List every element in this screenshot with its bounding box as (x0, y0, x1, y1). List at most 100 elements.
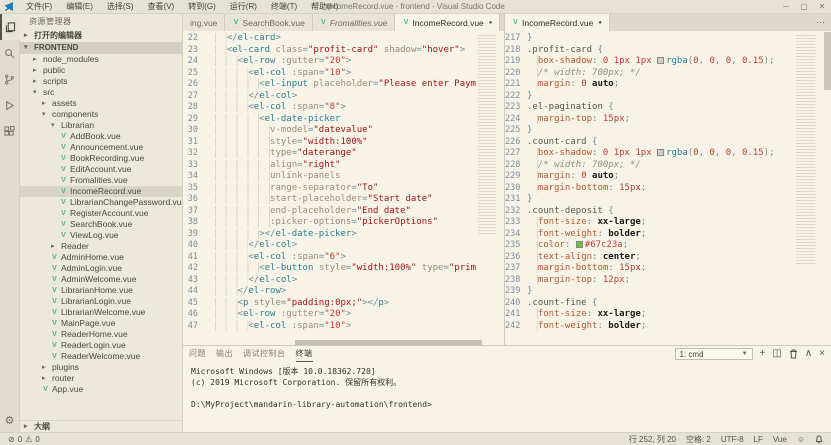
cursor-position[interactable]: 行 252, 列 20 (629, 434, 676, 445)
tab-IncomeRecord.vue[interactable]: VIncomeRecord.vue● (505, 14, 610, 31)
scrollbar-thumb[interactable] (295, 340, 481, 345)
code-line-223[interactable]: 223.el-pagination { (505, 102, 794, 114)
code-line-217[interactable]: 217} (505, 33, 794, 45)
menu-item-5[interactable]: 运行(R) (223, 0, 264, 14)
tree-file-MainPage.vue[interactable]: VMainPage.vue (20, 318, 182, 329)
code-line-242[interactable]: 242 font-weight: bolder; (505, 321, 794, 333)
code-line-30[interactable]: 30 v-model="datevalue" (183, 125, 476, 137)
tree-file-AdminHome.vue[interactable]: VAdminHome.vue (20, 252, 182, 263)
open-editors-section[interactable]: ▸ 打开的编辑器 (20, 30, 182, 42)
tree-folder-components[interactable]: ▾components (20, 109, 182, 120)
panel-tab-终端[interactable]: 终端 (296, 346, 313, 362)
terminal-shell-select[interactable]: 1: cmd ▼ (675, 348, 753, 360)
minimap-right[interactable] (796, 35, 822, 265)
gear-icon[interactable]: ⚙ (5, 410, 15, 432)
language-mode[interactable]: Vue (773, 435, 787, 444)
code-line-228[interactable]: 228 /* width: 700px; */ (505, 160, 794, 172)
code-line-224[interactable]: 224 margin-top: 15px; (505, 114, 794, 126)
code-line-32[interactable]: 32 type="daterange" (183, 148, 476, 160)
code-line-225[interactable]: 225} (505, 125, 794, 137)
code-line-240[interactable]: 240.count-fine { (505, 298, 794, 310)
code-line-28[interactable]: 28 <el-col :span="8"> (183, 102, 476, 114)
tree-file-LibrarianLogin.vue[interactable]: VLibrarianLogin.vue (20, 296, 182, 307)
maximize-icon[interactable]: ▢ (795, 0, 813, 14)
code-line-23[interactable]: 23 <el-card class="profit-card" shadow="… (183, 45, 476, 57)
notifications-bell-icon[interactable] (815, 435, 823, 444)
code-line-234[interactable]: 234 font-weight: bolder; (505, 229, 794, 241)
split-terminal-icon[interactable]: ◫ (772, 347, 781, 361)
tab-ing.vue[interactable]: ing.vue (183, 14, 225, 31)
minimize-icon[interactable]: ─ (777, 0, 795, 14)
code-line-44[interactable]: 44 </el-row> (183, 286, 476, 298)
code-line-227[interactable]: 227 box-shadow: 0 1px 1px rgba(0, 0, 0, … (505, 148, 794, 160)
code-line-241[interactable]: 241 font-size: xx-large; (505, 309, 794, 321)
tree-file-ReaderWelcome.vue[interactable]: VReaderWelcome.vue (20, 351, 182, 362)
minimap-left[interactable] (478, 35, 502, 235)
code-line-42[interactable]: 42 <el-button style="width:100%" type="p… (183, 263, 476, 275)
code-line-34[interactable]: 34 unlink-panels (183, 171, 476, 183)
panel-tab-问题[interactable]: 问题 (189, 346, 206, 362)
editor-right[interactable]: 217}218.profit-card {219 box-shadow: 0 1… (505, 31, 831, 345)
code-line-219[interactable]: 219 box-shadow: 0 1px 1px rgba(0, 0, 0, … (505, 56, 794, 68)
encoding[interactable]: UTF-8 (721, 435, 744, 444)
kill-terminal-icon[interactable] (789, 349, 798, 359)
tree-file-App.vue[interactable]: VApp.vue (20, 384, 182, 395)
menu-item-4[interactable]: 转到(G) (181, 0, 223, 14)
tree-file-AdminLogin.vue[interactable]: VAdminLogin.vue (20, 263, 182, 274)
tree-file-ViewLog.vue[interactable]: VViewLog.vue (20, 230, 182, 241)
code-line-40[interactable]: 40 </el-col> (183, 240, 476, 252)
tree-file-LibrarianHome.vue[interactable]: VLibrarianHome.vue (20, 285, 182, 296)
scrollbar-thumb[interactable] (824, 32, 831, 90)
code-line-231[interactable]: 231} (505, 194, 794, 206)
run-debug-icon[interactable] (0, 92, 20, 118)
menu-item-3[interactable]: 查看(V) (141, 0, 182, 14)
menu-item-1[interactable]: 编辑(E) (59, 0, 100, 14)
code-line-221[interactable]: 221 margin: 0 auto; (505, 79, 794, 91)
tree-file-AddBook.vue[interactable]: VAddBook.vue (20, 131, 182, 142)
indent-setting[interactable]: 空格: 2 (686, 434, 711, 445)
code-line-33[interactable]: 33 align="right" (183, 160, 476, 172)
code-line-222[interactable]: 222} (505, 91, 794, 103)
tree-file-RegisterAccount.vue[interactable]: VRegisterAccount.vue (20, 208, 182, 219)
tree-file-EditAccount.vue[interactable]: VEditAccount.vue (20, 164, 182, 175)
tree-folder-assets[interactable]: ▸assets (20, 98, 182, 109)
code-line-239[interactable]: 239} (505, 286, 794, 298)
code-line-37[interactable]: 37 end-placeholder="End date" (183, 206, 476, 218)
code-line-25[interactable]: 25 <el-col :span="10"> (183, 68, 476, 80)
code-line-43[interactable]: 43 </el-col> (183, 275, 476, 287)
tree-file-AdminWelcome.vue[interactable]: VAdminWelcome.vue (20, 274, 182, 285)
tree-file-Announcement.vue[interactable]: VAnnouncement.vue (20, 142, 182, 153)
outline-section[interactable]: ▸ 大纲 (20, 420, 182, 432)
menu-item-0[interactable]: 文件(F) (19, 0, 59, 14)
code-line-27[interactable]: 27 </el-col> (183, 91, 476, 103)
code-line-220[interactable]: 220 /* width: 700px; */ (505, 68, 794, 80)
code-line-229[interactable]: 229 margin: 0 auto; (505, 171, 794, 183)
code-line-46[interactable]: 46 <el-row :gutter="20"> (183, 309, 476, 321)
tree-folder-public[interactable]: ▸public (20, 65, 182, 76)
code-line-45[interactable]: 45 <p style="padding:0px;"></p> (183, 298, 476, 310)
tab-SearchBook.vue[interactable]: VSearchBook.vue (225, 14, 312, 31)
code-line-26[interactable]: 26 <el-input placeholder="Please enter P… (183, 79, 476, 91)
panel-tab-调试控制台[interactable]: 调试控制台 (243, 346, 286, 362)
maximize-panel-icon[interactable]: ∧ (805, 347, 812, 361)
code-line-35[interactable]: 35 range-separator="To" (183, 183, 476, 195)
code-line-235[interactable]: 235 color: #67c23a; (505, 240, 794, 252)
folder-section-header[interactable]: ▾ FRONTEND (20, 42, 182, 54)
eol-setting[interactable]: LF (754, 435, 763, 444)
tree-folder-Librarian[interactable]: ▾Librarian (20, 120, 182, 131)
tab-Fromalities.vue[interactable]: VFromalities.vue (313, 14, 396, 31)
tree-file-BookRecording.vue[interactable]: VBookRecording.vue (20, 153, 182, 164)
code-line-24[interactable]: 24 <el-row :gutter="20"> (183, 56, 476, 68)
tree-file-ReaderLogin.vue[interactable]: VReaderLogin.vue (20, 340, 182, 351)
code-line-230[interactable]: 230 margin-bottom: 15px; (505, 183, 794, 195)
tree-file-ReaderHome.vue[interactable]: VReaderHome.vue (20, 329, 182, 340)
menu-item-7[interactable]: 帮助(H) (304, 0, 345, 14)
more-actions-icon[interactable]: ⋯ (816, 17, 825, 28)
tab-IncomeRecord.vue[interactable]: VIncomeRecord.vue● (395, 14, 500, 31)
tree-folder-plugins[interactable]: ▸plugins (20, 362, 182, 373)
tree-folder-src[interactable]: ▾src (20, 87, 182, 98)
feedback-smiley-icon[interactable]: ☺ (797, 435, 805, 444)
code-line-41[interactable]: 41 <el-col :span="6"> (183, 252, 476, 264)
tree-file-Fromalities.vue[interactable]: VFromalities.vue (20, 175, 182, 186)
tree-file-IncomeRecord.vue[interactable]: VIncomeRecord.vue (20, 186, 182, 197)
